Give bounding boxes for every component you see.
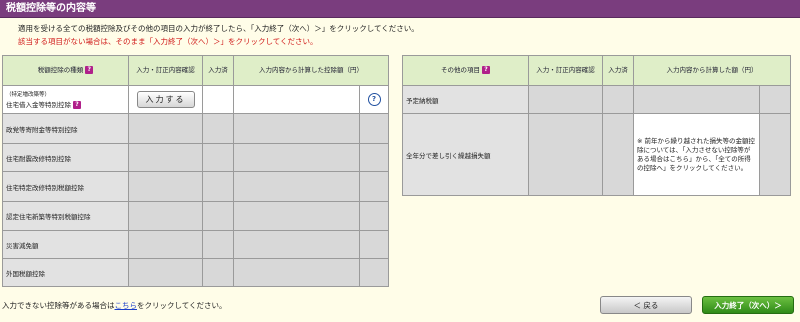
back-button[interactable]: ＜ 戻る [600,296,692,314]
input-button[interactable]: 入力する [136,91,195,108]
table-row: 住宅耐震改修特別控除 [2,143,389,172]
other-items-header-row: その他の項目? 入力・訂正内容確認 入力済 入力内容から計算した額（円） [402,55,791,86]
row-label: 住宅耐震改修特別控除 [2,143,129,172]
row-label: 全年分で差し引く繰越損失額 [402,113,529,196]
table-row: （特定増改築等） 住宅借入金等特別控除? 入力する ? [2,85,389,114]
tax-credit-table: 税額控除の種類? 入力・訂正内容確認 入力済 入力内容から計算した控除額（円） … [2,55,389,287]
header-confirm: 入力・訂正内容確認 [528,55,603,86]
other-items-table: その他の項目? 入力・訂正内容確認 入力済 入力内容から計算した額（円） 予定納… [402,55,791,196]
carryover-note: ※ 前年から繰り越された損失等の金額控除については、「入力させない控除等がある場… [633,113,760,196]
instruction-line-2: 該当する項目がない場合は、そのまま「入力終了（次へ）＞」をクリックしてください。 [18,37,318,46]
page-title-bar: 税額控除等の内容等 [0,0,800,18]
row-label: 住宅特定改修特別税額控除 [2,171,129,202]
row-label: 災害減免額 [2,230,129,259]
table-row: 認定住宅新築等特別税額控除 [2,201,389,231]
amount-cell [233,85,360,114]
table-row: 外国税額控除 [2,258,389,287]
help-badge-icon[interactable]: ? [85,66,94,74]
table-row: 全年分で差し引く繰越損失額 ※ 前年から繰り越された損失等の金額控除については、… [402,113,791,196]
header-amount: 入力内容から計算した額（円） [633,55,791,86]
row-label: 認定住宅新築等特別税額控除 [2,201,129,231]
header-done: 入力済 [602,55,634,86]
header-item: その他の項目? [402,55,529,86]
row-label: 外国税額控除 [2,258,129,287]
row-label: （特定増改築等） 住宅借入金等特別控除? [2,85,129,114]
instruction-line-1: 適用を受ける全ての税額控除及びその他の項目の入力が終了したら、「入力終了（次へ）… [18,24,419,33]
table-row: 住宅特定改修特別税額控除 [2,171,389,202]
row-label: 政党等寄附金等特別控除 [2,113,129,144]
next-button[interactable]: 入力終了（次へ）＞ [702,296,794,314]
table-row: 災害減免額 [2,230,389,259]
table-row: 政党等寄附金等特別控除 [2,113,389,144]
page-title: 税額控除等の内容等 [6,3,96,14]
bottom-note: 入力できない控除等がある場合はこちらをクリックしてください。 [2,301,227,310]
help-circle-icon[interactable]: ? [367,93,381,106]
tax-credit-header-row: 税額控除の種類? 入力・訂正内容確認 入力済 入力内容から計算した控除額（円） [2,55,389,86]
row-label: 予定納税額 [402,85,529,114]
done-cell [202,85,234,114]
here-link[interactable]: こちら [115,301,138,310]
help-badge-icon[interactable]: ? [482,66,490,74]
table-row: 予定納税額 [402,85,791,114]
header-type: 税額控除の種類? [2,55,129,86]
header-done: 入力済 [202,55,234,86]
header-confirm: 入力・訂正内容確認 [128,55,203,86]
header-amount: 入力内容から計算した控除額（円） [233,55,389,86]
help-badge-icon[interactable]: ? [73,100,81,109]
